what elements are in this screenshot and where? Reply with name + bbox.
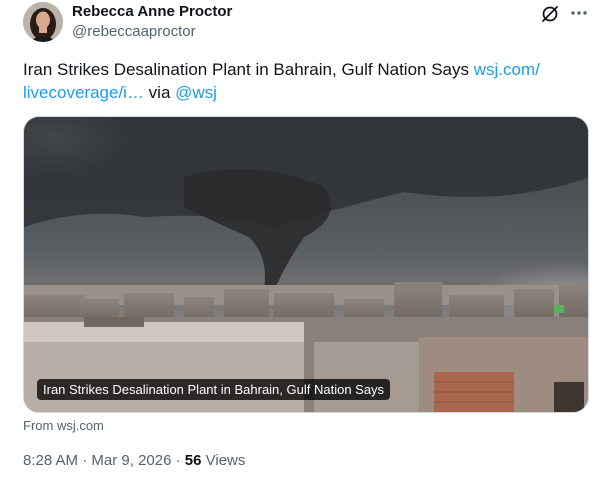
- views-count: 56: [184, 452, 202, 469]
- more-icon[interactable]: [568, 4, 590, 22]
- tweet-text: Iran Strikes Desalination Plant in Bahra…: [23, 58, 583, 104]
- avatar[interactable]: [23, 2, 63, 42]
- tweet: Rebecca Anne Proctor @rebeccaaproctor Ir…: [0, 0, 605, 482]
- card-caption: Iran Strikes Desalination Plant in Bahra…: [37, 379, 391, 400]
- author-handle[interactable]: @rebeccaaproctor: [72, 23, 196, 40]
- link-card[interactable]: Iran Strikes Desalination Plant in Bahra…: [23, 116, 589, 413]
- mention-link[interactable]: @wsj: [175, 83, 217, 102]
- views-label: Views: [201, 452, 246, 469]
- article-link-line2[interactable]: livecoverage/i…: [23, 83, 144, 102]
- tweet-date[interactable]: Mar 9, 2026: [91, 452, 171, 469]
- meta-separator: ·: [171, 452, 185, 469]
- via-text: via: [143, 83, 176, 102]
- author-name[interactable]: Rebecca Anne Proctor: [72, 3, 232, 20]
- article-link-line1[interactable]: wsj.com/: [474, 60, 540, 79]
- tweet-time[interactable]: 8:28 AM: [23, 452, 78, 469]
- grok-icon[interactable]: [540, 4, 560, 24]
- tweet-text-body: Iran Strikes Desalination Plant in Bahra…: [23, 60, 474, 79]
- tweet-meta: 8:28 AM · Mar 9, 2026 · 56 Views: [23, 452, 245, 469]
- meta-separator: ·: [78, 452, 92, 469]
- card-source[interactable]: From wsj.com: [23, 418, 104, 433]
- avatar-image: [23, 2, 63, 42]
- card-image: [24, 117, 588, 412]
